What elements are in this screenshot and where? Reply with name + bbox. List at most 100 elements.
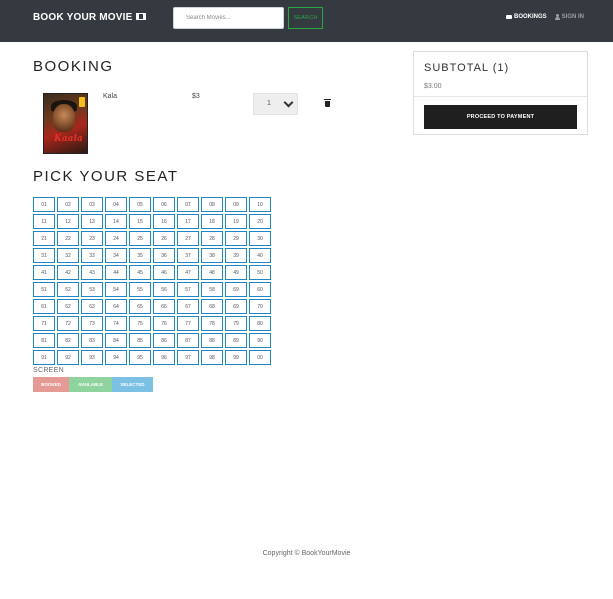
seat[interactable]: 53 — [81, 282, 103, 297]
seat[interactable]: 27 — [177, 231, 199, 246]
seat[interactable]: 06 — [153, 197, 175, 212]
seat[interactable]: 26 — [153, 231, 175, 246]
seat[interactable]: 50 — [249, 265, 271, 280]
seat[interactable]: 91 — [33, 350, 55, 365]
seat[interactable]: 11 — [33, 214, 55, 229]
seat[interactable]: 24 — [105, 231, 127, 246]
seat[interactable]: 02 — [57, 197, 79, 212]
seat[interactable]: 12 — [57, 214, 79, 229]
seat[interactable]: 60 — [249, 282, 271, 297]
seat[interactable]: 14 — [105, 214, 127, 229]
seat[interactable]: 55 — [129, 282, 151, 297]
seat[interactable]: 67 — [177, 299, 199, 314]
seat[interactable]: 86 — [153, 333, 175, 348]
proceed-to-payment-button[interactable]: PROCEED TO PAYMENT — [424, 105, 577, 129]
seat[interactable]: 49 — [225, 265, 247, 280]
seat[interactable]: 20 — [249, 214, 271, 229]
seat[interactable]: 98 — [201, 350, 223, 365]
seat[interactable]: 59 — [225, 282, 247, 297]
seat[interactable]: 31 — [33, 248, 55, 263]
seat[interactable]: 51 — [33, 282, 55, 297]
seat[interactable]: 48 — [201, 265, 223, 280]
seat[interactable]: 33 — [81, 248, 103, 263]
seat[interactable]: 42 — [57, 265, 79, 280]
seat[interactable]: 35 — [129, 248, 151, 263]
seat[interactable]: 34 — [105, 248, 127, 263]
seat[interactable]: 01 — [33, 197, 55, 212]
seat[interactable]: 71 — [33, 316, 55, 331]
seat[interactable]: 80 — [249, 316, 271, 331]
seat[interactable]: 93 — [81, 350, 103, 365]
seat[interactable]: 62 — [57, 299, 79, 314]
seat[interactable]: 00 — [249, 350, 271, 365]
seat[interactable]: 58 — [201, 282, 223, 297]
seat[interactable]: 10 — [249, 197, 271, 212]
seat[interactable]: 83 — [81, 333, 103, 348]
seat[interactable]: 08 — [201, 197, 223, 212]
search-input[interactable] — [173, 7, 284, 29]
seat[interactable]: 63 — [81, 299, 103, 314]
seat[interactable]: 17 — [177, 214, 199, 229]
seat[interactable]: 89 — [225, 333, 247, 348]
seat[interactable]: 39 — [225, 248, 247, 263]
seat[interactable]: 94 — [105, 350, 127, 365]
seat[interactable]: 29 — [225, 231, 247, 246]
seat[interactable]: 46 — [153, 265, 175, 280]
seat[interactable]: 45 — [129, 265, 151, 280]
seat[interactable]: 28 — [201, 231, 223, 246]
seat[interactable]: 23 — [81, 231, 103, 246]
seat[interactable]: 15 — [129, 214, 151, 229]
seat[interactable]: 38 — [201, 248, 223, 263]
seat[interactable]: 87 — [177, 333, 199, 348]
seat[interactable]: 40 — [249, 248, 271, 263]
seat[interactable]: 18 — [201, 214, 223, 229]
quantity-select[interactable]: 1 — [253, 93, 298, 115]
seat[interactable]: 41 — [33, 265, 55, 280]
seat[interactable]: 66 — [153, 299, 175, 314]
seat[interactable]: 65 — [129, 299, 151, 314]
seat[interactable]: 07 — [177, 197, 199, 212]
seat[interactable]: 84 — [105, 333, 127, 348]
seat[interactable]: 19 — [225, 214, 247, 229]
seat[interactable]: 81 — [33, 333, 55, 348]
seat[interactable]: 95 — [129, 350, 151, 365]
seat[interactable]: 73 — [81, 316, 103, 331]
seat[interactable]: 74 — [105, 316, 127, 331]
search-button[interactable]: SEARCH — [288, 7, 323, 29]
seat[interactable]: 72 — [57, 316, 79, 331]
seat[interactable]: 57 — [177, 282, 199, 297]
seat[interactable]: 52 — [57, 282, 79, 297]
seat[interactable]: 13 — [81, 214, 103, 229]
bookings-link[interactable]: BOOKINGS — [505, 14, 547, 20]
seat[interactable]: 30 — [249, 231, 271, 246]
seat[interactable]: 44 — [105, 265, 127, 280]
seat[interactable]: 16 — [153, 214, 175, 229]
seat[interactable]: 61 — [33, 299, 55, 314]
seat[interactable]: 56 — [153, 282, 175, 297]
seat[interactable]: 36 — [153, 248, 175, 263]
seat[interactable]: 09 — [225, 197, 247, 212]
seat[interactable]: 68 — [201, 299, 223, 314]
seat[interactable]: 90 — [249, 333, 271, 348]
seat[interactable]: 54 — [105, 282, 127, 297]
seat[interactable]: 79 — [225, 316, 247, 331]
seat[interactable]: 03 — [81, 197, 103, 212]
seat[interactable]: 97 — [177, 350, 199, 365]
seat[interactable]: 96 — [153, 350, 175, 365]
signin-link[interactable]: SIGN IN — [554, 14, 584, 20]
seat[interactable]: 99 — [225, 350, 247, 365]
seat[interactable]: 76 — [153, 316, 175, 331]
brand-link[interactable]: BOOK YOUR MOVIE — [33, 12, 146, 23]
seat[interactable]: 47 — [177, 265, 199, 280]
seat[interactable]: 92 — [57, 350, 79, 365]
seat[interactable]: 78 — [201, 316, 223, 331]
seat[interactable]: 22 — [57, 231, 79, 246]
seat[interactable]: 32 — [57, 248, 79, 263]
trash-icon[interactable] — [324, 99, 331, 107]
seat[interactable]: 64 — [105, 299, 127, 314]
seat[interactable]: 37 — [177, 248, 199, 263]
seat[interactable]: 77 — [177, 316, 199, 331]
seat[interactable]: 05 — [129, 197, 151, 212]
seat[interactable]: 75 — [129, 316, 151, 331]
seat[interactable]: 69 — [225, 299, 247, 314]
